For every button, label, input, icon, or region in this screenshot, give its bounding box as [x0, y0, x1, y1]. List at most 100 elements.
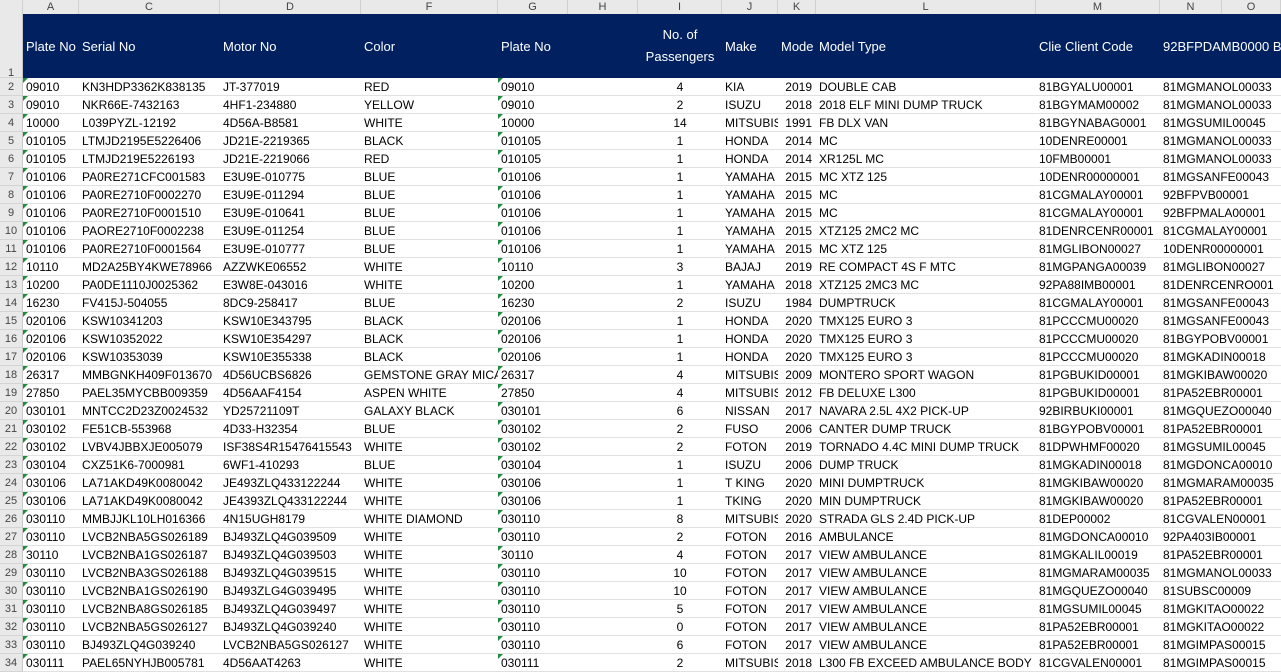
cell-plate2[interactable]: 020106 [498, 312, 638, 330]
cell-plate[interactable]: 030104 [23, 456, 79, 474]
cell-code2[interactable]: 81MGLIBON00027 [1160, 258, 1281, 276]
cell-pax[interactable]: 2 [638, 294, 722, 312]
cell-plate[interactable]: 09010 [23, 96, 79, 114]
cell-motor[interactable]: 4N15UGH8179 [220, 510, 361, 528]
cell-serial[interactable]: MMBJJKL10LH016366 [79, 510, 220, 528]
cell-type[interactable]: VIEW AMBULANCE [816, 636, 1036, 654]
cell-code2[interactable]: 81MGKADIN00018 [1160, 348, 1281, 366]
cell-year[interactable]: 2016 [778, 528, 816, 546]
cell-type[interactable]: VIEW AMBULANCE [816, 600, 1036, 618]
header-plate-no[interactable]: Plate No [23, 14, 79, 78]
row-number[interactable]: 16 [0, 330, 23, 348]
cell-plate2[interactable]: 010106 [498, 168, 638, 186]
cell-year[interactable]: 2017 [778, 636, 816, 654]
cell-year[interactable]: 2020 [778, 510, 816, 528]
cell-pax[interactable]: 1 [638, 222, 722, 240]
cell-plate[interactable]: 030102 [23, 420, 79, 438]
cell-pax[interactable]: 8 [638, 510, 722, 528]
cell-client[interactable]: 81MGKIBAW00020 [1036, 474, 1160, 492]
cell-client[interactable]: 81PA52EBR00001 [1036, 618, 1160, 636]
cell-motor[interactable]: JD21E-2219066 [220, 150, 361, 168]
cell-plate2[interactable]: 09010 [498, 96, 638, 114]
cell-make[interactable]: ISUZU [722, 96, 778, 114]
cell-code2[interactable]: 81BGYPOBV00001 [1160, 330, 1281, 348]
cell-year[interactable]: 2015 [778, 240, 816, 258]
cell-make[interactable]: MITSUBISHI [722, 384, 778, 402]
cell-client[interactable]: 81MGSUMIL00045 [1036, 600, 1160, 618]
cell-plate[interactable]: 10200 [23, 276, 79, 294]
cell-serial[interactable]: PAEL35MYCBB009359 [79, 384, 220, 402]
header-client-code[interactable]: Clie Client Code [1036, 14, 1160, 78]
cell-color[interactable]: WHITE [361, 528, 498, 546]
cell-make[interactable]: FOTON [722, 636, 778, 654]
cell-serial[interactable]: MNTCC2D23Z0024532 [79, 402, 220, 420]
cell-type[interactable]: MC XTZ 125 [816, 168, 1036, 186]
cell-code2[interactable]: 10DENR00000001 [1160, 240, 1281, 258]
cell-plate[interactable]: 10110 [23, 258, 79, 276]
cell-type[interactable]: STRADA GLS 2.4D PICK-UP [816, 510, 1036, 528]
cell-type[interactable]: MC [816, 204, 1036, 222]
cell-pax[interactable]: 1 [638, 330, 722, 348]
cell-client[interactable]: 81CGMALAY00001 [1036, 186, 1160, 204]
cell-code2[interactable]: 81MGKITAO00022 [1160, 618, 1281, 636]
cell-serial[interactable]: LTMJD219E5226193 [79, 150, 220, 168]
cell-serial[interactable]: L039PYZL-12192 [79, 114, 220, 132]
row-number[interactable]: 25 [0, 492, 23, 510]
cell-code2[interactable]: 81MGMARAM00035 [1160, 474, 1281, 492]
cell-make[interactable]: FOTON [722, 528, 778, 546]
cell-plate[interactable]: 030110 [23, 618, 79, 636]
row-number[interactable]: 10 [0, 222, 23, 240]
cell-pax[interactable]: 6 [638, 636, 722, 654]
column-letter[interactable]: H [568, 0, 638, 14]
cell-code2[interactable]: 81CGVALEN00001 [1160, 510, 1281, 528]
cell-type[interactable]: VIEW AMBULANCE [816, 618, 1036, 636]
cell-motor[interactable]: 4HF1-234880 [220, 96, 361, 114]
cell-make[interactable]: YAMAHA [722, 222, 778, 240]
cell-make[interactable]: KIA [722, 78, 778, 96]
cell-plate[interactable]: 020106 [23, 330, 79, 348]
cell-motor[interactable]: 4D56AAF4154 [220, 384, 361, 402]
cell-color[interactable]: RED [361, 150, 498, 168]
cell-pax[interactable]: 0 [638, 618, 722, 636]
row-number[interactable]: 15 [0, 312, 23, 330]
cell-color[interactable]: BLACK [361, 348, 498, 366]
row-number[interactable]: 23 [0, 456, 23, 474]
header-motor-no[interactable]: Motor No [220, 14, 361, 78]
cell-color[interactable]: BLACK [361, 132, 498, 150]
cell-type[interactable]: CANTER DUMP TRUCK [816, 420, 1036, 438]
column-letter[interactable]: G [498, 0, 568, 14]
cell-year[interactable]: 2019 [778, 438, 816, 456]
cell-type[interactable]: XTZ125 2MC3 MC [816, 276, 1036, 294]
cell-pax[interactable]: 2 [638, 528, 722, 546]
cell-motor[interactable]: JT-377019 [220, 78, 361, 96]
cell-motor[interactable]: LVCB2NBA5GS026127 [220, 636, 361, 654]
cell-motor[interactable]: E3U9E-011254 [220, 222, 361, 240]
cell-code2[interactable]: 81MGMANOL00033 [1160, 564, 1281, 582]
cell-plate[interactable]: 030101 [23, 402, 79, 420]
cell-plate2[interactable]: 10200 [498, 276, 638, 294]
row-number[interactable]: 2 [0, 78, 23, 96]
cell-type[interactable]: TMX125 EURO 3 [816, 330, 1036, 348]
cell-motor[interactable]: JE493ZLQ433122244 [220, 474, 361, 492]
cell-type[interactable]: AMBULANCE [816, 528, 1036, 546]
cell-serial[interactable]: PAEL65NYHJB005781 [79, 654, 220, 672]
cell-plate[interactable]: 030106 [23, 492, 79, 510]
cell-plate[interactable]: 020106 [23, 348, 79, 366]
cell-color[interactable]: GEMSTONE GRAY MICA [361, 366, 498, 384]
cell-pax[interactable]: 4 [638, 546, 722, 564]
row-number[interactable]: 33 [0, 636, 23, 654]
cell-plate[interactable]: 030110 [23, 636, 79, 654]
cell-plate2[interactable]: 030110 [498, 600, 638, 618]
cell-code2[interactable]: 81SUBSC00009 [1160, 582, 1281, 600]
cell-client[interactable]: 81MGKALIL00019 [1036, 546, 1160, 564]
cell-motor[interactable]: JE4393ZLQ433122244 [220, 492, 361, 510]
cell-type[interactable]: MC XTZ 125 [816, 240, 1036, 258]
cell-plate2[interactable]: 010106 [498, 222, 638, 240]
cell-color[interactable]: BLACK [361, 312, 498, 330]
row-number[interactable]: 11 [0, 240, 23, 258]
cell-plate2[interactable]: 030102 [498, 420, 638, 438]
cell-motor[interactable]: E3U9E-010777 [220, 240, 361, 258]
cell-serial[interactable]: KSW10341203 [79, 312, 220, 330]
cell-serial[interactable]: KN3HDP3362K838135 [79, 78, 220, 96]
cell-type[interactable]: MINI DUMPTRUCK [816, 474, 1036, 492]
